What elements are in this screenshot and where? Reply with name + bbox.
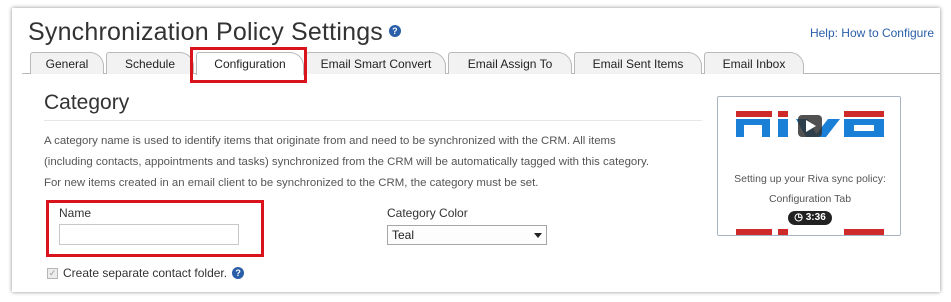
help-link[interactable]: Help: How to Configure (810, 26, 934, 40)
separate-contact-folder-label: Create separate contact folder. (63, 266, 228, 280)
highlight-configuration-tab (190, 47, 307, 83)
settings-panel: Synchronization Policy Settings? Help: H… (12, 8, 940, 292)
description-line: A category name is used to identify item… (44, 135, 616, 147)
help-icon[interactable]: ? (232, 267, 245, 279)
page-title: Synchronization Policy Settings? (28, 18, 401, 47)
help-icon[interactable]: ? (389, 25, 401, 38)
description-line: For new items created in an email client… (44, 177, 539, 189)
separate-contact-folder-option: ✓ Create separate contact folder. ? (47, 266, 245, 280)
video-thumbnail[interactable]: Setting up your Riva sync policy: Config… (717, 96, 901, 236)
video-duration-badge: ◷ 3:36 (788, 211, 832, 225)
category-heading: Category (44, 91, 130, 114)
category-description: A category name is used to identify item… (44, 131, 704, 194)
video-caption-line: Setting up your Riva sync policy: (734, 173, 886, 185)
page-title-text: Synchronization Policy Settings (28, 18, 383, 46)
tab-general[interactable]: General (30, 52, 104, 74)
chevron-down-icon (534, 233, 542, 238)
category-color-value: Teal (392, 228, 415, 242)
highlight-name-field (46, 200, 264, 257)
video-duration: 3:36 (805, 212, 826, 223)
tab-email-assign-to[interactable]: Email Assign To (448, 52, 572, 74)
category-color-select[interactable]: Teal (387, 225, 547, 245)
category-divider (44, 120, 702, 121)
riva-logo (736, 111, 884, 137)
video-caption: Setting up your Riva sync policy: Config… (718, 169, 900, 209)
clock-icon: ◷ (794, 212, 803, 223)
separate-contact-folder-checkbox[interactable]: ✓ (47, 267, 58, 279)
video-caption-line: Configuration Tab (768, 193, 852, 205)
tab-schedule[interactable]: Schedule (106, 52, 194, 74)
category-color-label: Category Color (387, 206, 468, 220)
tab-email-inbox[interactable]: Email Inbox (704, 52, 804, 74)
tab-email-smart-convert[interactable]: Email Smart Convert (306, 52, 446, 74)
tab-email-sent-items[interactable]: Email Sent Items (574, 52, 702, 74)
tab-bar: General Schedule Configuration Email Sma… (30, 52, 930, 75)
description-line: (including contacts, appointments and ta… (44, 156, 650, 168)
